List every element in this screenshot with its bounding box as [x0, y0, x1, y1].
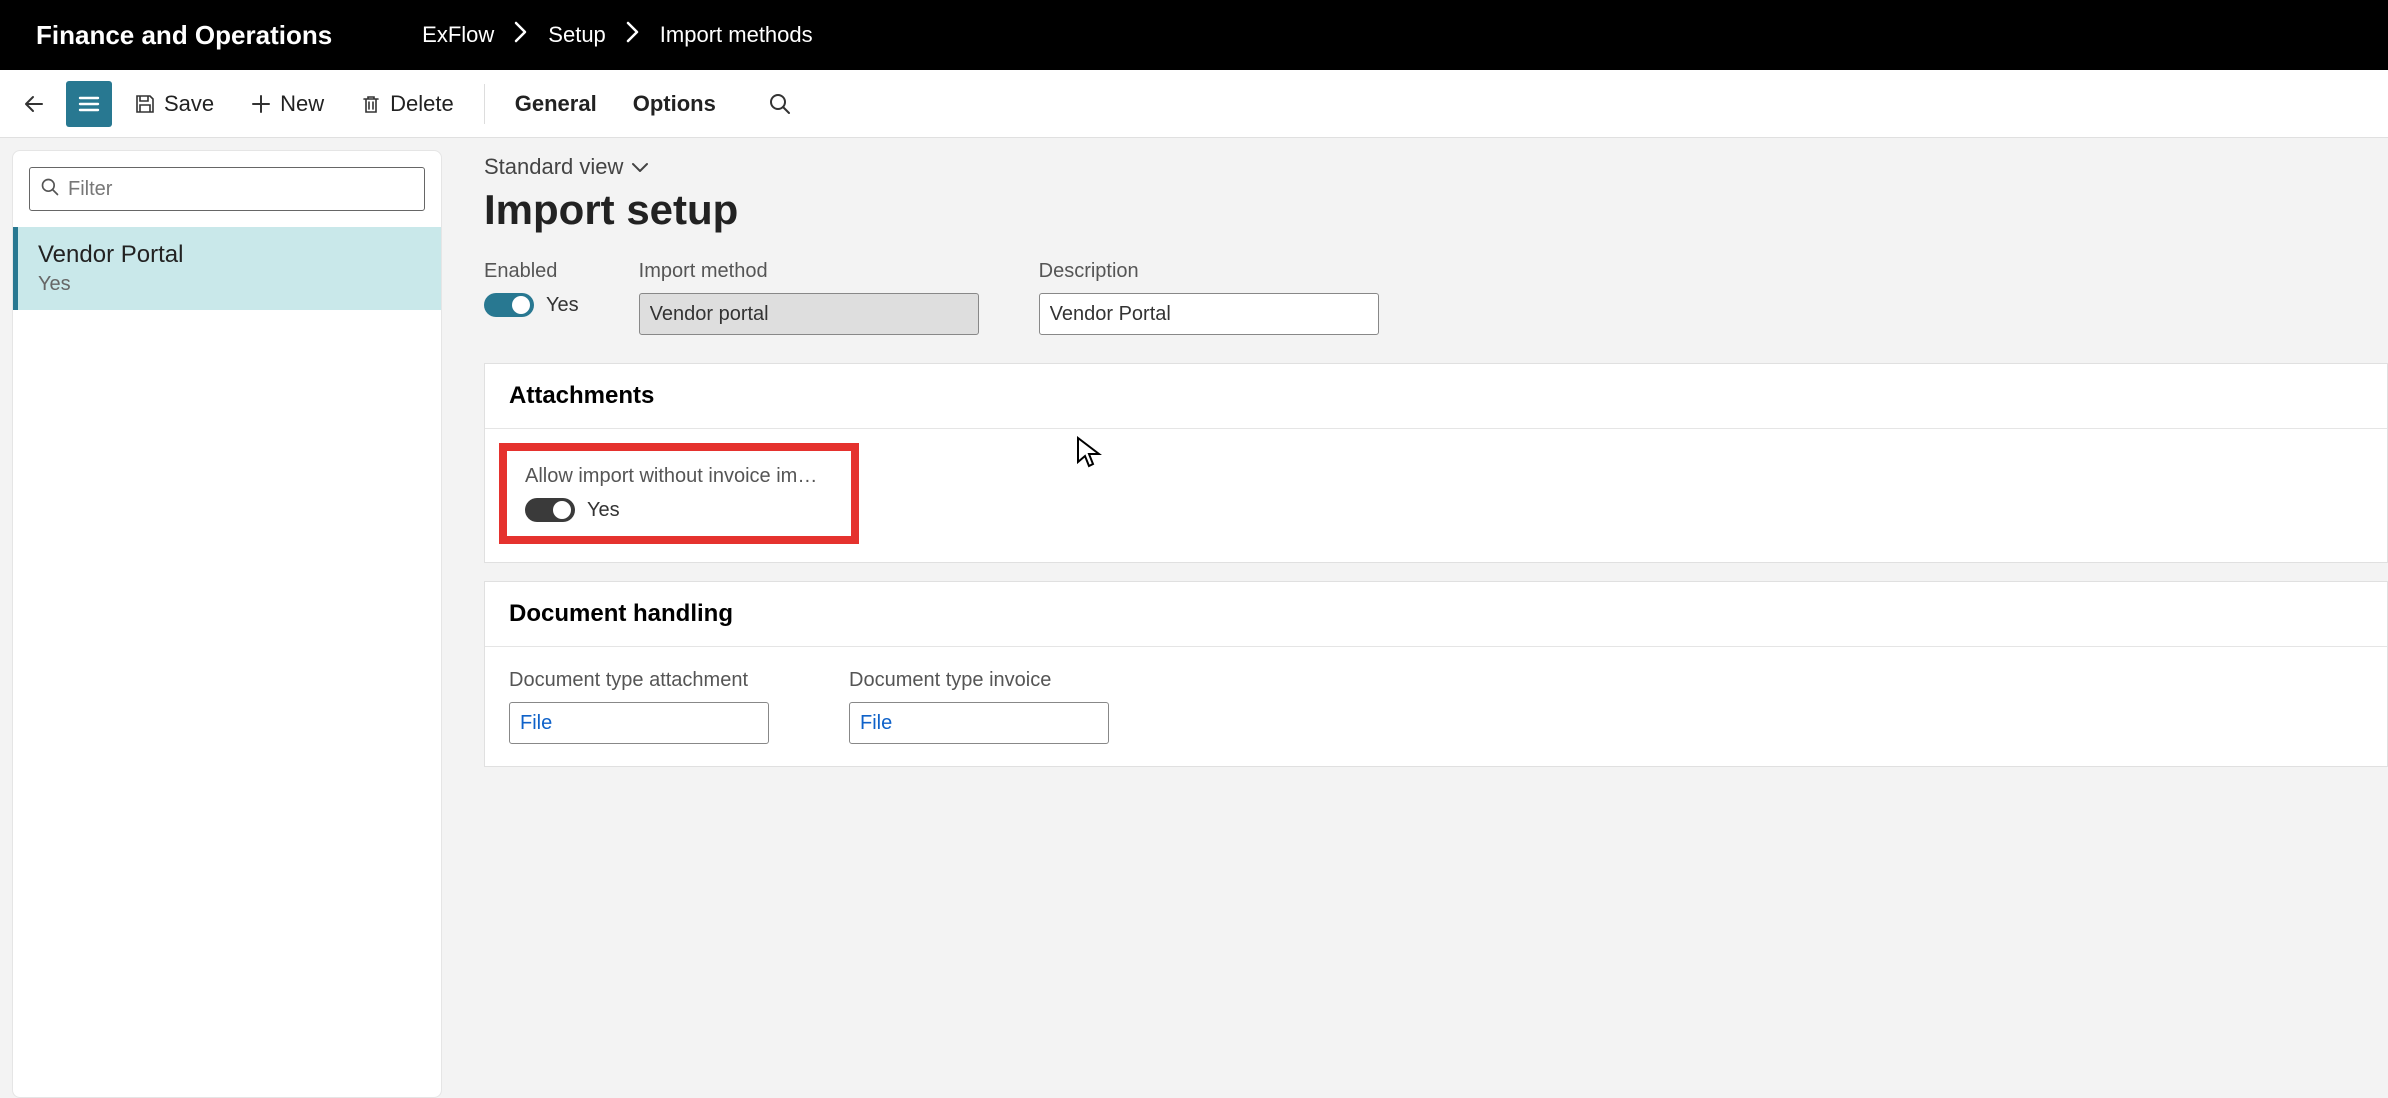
- new-button[interactable]: New: [236, 83, 338, 125]
- doc-type-invoice-field: Document type invoice: [849, 669, 1109, 744]
- delete-label: Delete: [390, 91, 454, 117]
- breadcrumb-item[interactable]: Import methods: [660, 22, 813, 48]
- list-item-title: Vendor Portal: [38, 241, 421, 269]
- search-button[interactable]: [758, 82, 802, 126]
- enabled-value: Yes: [546, 294, 579, 317]
- filter-box[interactable]: [29, 167, 425, 211]
- chevron-down-icon: [631, 154, 649, 180]
- sidebar: Vendor Portal Yes: [12, 150, 442, 1098]
- list-item-vendor-portal[interactable]: Vendor Portal Yes: [13, 227, 441, 310]
- tab-options[interactable]: Options: [619, 83, 730, 125]
- breadcrumbs: ExFlow Setup Import methods: [422, 21, 812, 49]
- breadcrumb-item[interactable]: ExFlow: [422, 22, 494, 48]
- top-bar: Finance and Operations ExFlow Setup Impo…: [0, 0, 2388, 70]
- options-label: Options: [633, 91, 716, 117]
- enabled-label: Enabled: [484, 260, 579, 283]
- save-label: Save: [164, 91, 214, 117]
- list-icon: [76, 91, 102, 117]
- section-doc-handling: Document handling Document type attachme…: [484, 581, 2388, 767]
- app-title: Finance and Operations: [36, 20, 332, 51]
- description-field: Description: [1039, 260, 1379, 335]
- doc-type-invoice-label: Document type invoice: [849, 669, 1109, 692]
- general-label: General: [515, 91, 597, 117]
- list-toggle-button[interactable]: [66, 81, 112, 127]
- filter-wrap: [13, 151, 441, 227]
- enabled-field: Enabled Yes: [484, 260, 579, 335]
- page-title: Import setup: [484, 186, 2388, 234]
- view-label: Standard view: [484, 154, 623, 180]
- toolbar-separator: [484, 84, 485, 124]
- highlight-allow-import: Allow import without invoice im… Yes: [499, 443, 859, 544]
- allow-import-toggle[interactable]: Yes: [525, 498, 833, 522]
- plus-icon: [250, 93, 272, 115]
- doc-type-attachment-field: Document type attachment: [509, 669, 769, 744]
- main-area: Vendor Portal Yes Standard view Import s…: [0, 138, 2388, 1098]
- new-label: New: [280, 91, 324, 117]
- import-method-input[interactable]: [639, 293, 979, 335]
- allow-import-label: Allow import without invoice im…: [525, 465, 833, 488]
- import-method-field: Import method: [639, 260, 979, 335]
- back-button[interactable]: [12, 81, 58, 127]
- content: Standard view Import setup Enabled Yes I…: [454, 150, 2388, 1098]
- arrow-left-icon: [22, 91, 48, 117]
- description-input[interactable]: [1039, 293, 1379, 335]
- toggle-icon: [484, 293, 534, 317]
- tab-general[interactable]: General: [501, 83, 611, 125]
- breadcrumb-item[interactable]: Setup: [548, 22, 606, 48]
- delete-button[interactable]: Delete: [346, 83, 468, 125]
- section-doc-handling-header[interactable]: Document handling: [485, 582, 2387, 647]
- filter-input[interactable]: [68, 178, 414, 201]
- description-label: Description: [1039, 260, 1379, 283]
- doc-type-attachment-label: Document type attachment: [509, 669, 769, 692]
- list-item-subtitle: Yes: [38, 273, 421, 296]
- chevron-right-icon: [514, 21, 528, 49]
- save-icon: [134, 93, 156, 115]
- save-button[interactable]: Save: [120, 83, 228, 125]
- doc-type-invoice-input[interactable]: [849, 702, 1109, 744]
- enabled-toggle[interactable]: Yes: [484, 293, 579, 317]
- view-selector[interactable]: Standard view: [484, 154, 649, 180]
- doc-type-attachment-input[interactable]: [509, 702, 769, 744]
- search-icon: [40, 177, 60, 202]
- top-field-row: Enabled Yes Import method Description: [484, 260, 2388, 335]
- trash-icon: [360, 93, 382, 115]
- import-method-label: Import method: [639, 260, 979, 283]
- section-attachments-header[interactable]: Attachments: [485, 364, 2387, 429]
- allow-import-value: Yes: [587, 499, 620, 522]
- chevron-right-icon: [626, 21, 640, 49]
- section-attachments: Attachments Allow import without invoice…: [484, 363, 2388, 563]
- search-icon: [768, 92, 792, 116]
- toggle-icon: [525, 498, 575, 522]
- toolbar: Save New Delete General Options: [0, 70, 2388, 138]
